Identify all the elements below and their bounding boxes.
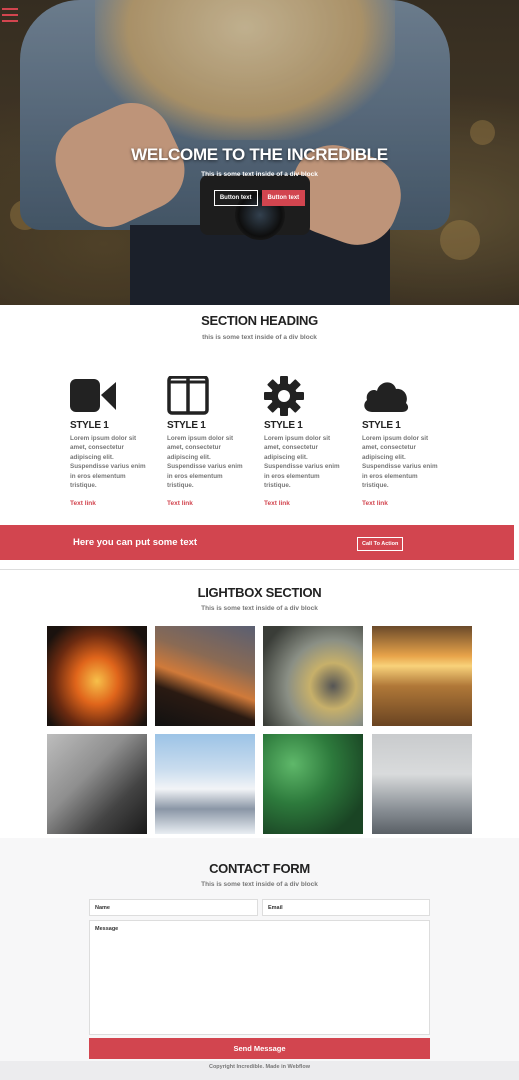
lightbox-heading: LIGHTBOX SECTION (197, 585, 322, 600)
sunset-silhouette-image[interactable] (155, 626, 255, 726)
hero-buttons: Button text Button text (0, 190, 519, 206)
feature-card: STYLE 1 Lorem ipsum dolor sit amet, cons… (264, 376, 346, 507)
hero-subtitle: This is some text inside of a div block (201, 171, 318, 178)
feature-link[interactable]: Text link (362, 500, 444, 507)
section-divider (0, 569, 519, 570)
section-heading: SECTION HEADING (201, 313, 318, 328)
piano-hands-image[interactable] (47, 734, 147, 834)
feature-text: Lorem ipsum dolor sit amet, consectetur … (264, 435, 340, 490)
feature-title: STYLE 1 (70, 420, 109, 431)
cta-button[interactable]: Call To Action (357, 537, 404, 551)
feature-link[interactable]: Text link (167, 500, 249, 507)
feature-card: STYLE 1 Lorem ipsum dolor sit amet, cons… (167, 376, 249, 507)
cta-text: Here you can put some text (73, 537, 198, 548)
hamburger-menu-icon[interactable] (2, 8, 18, 22)
columns-icon (167, 376, 209, 415)
gear-icon (264, 376, 304, 416)
feature-text: Lorem ipsum dolor sit amet, consectetur … (362, 435, 438, 490)
bicycle-wheel-image[interactable] (263, 626, 363, 726)
email-field[interactable]: Email (262, 899, 430, 916)
feature-title: STYLE 1 (167, 420, 206, 431)
hero-title: WELCOME TO THE INCREDIBLE (131, 145, 388, 164)
contact-heading: CONTACT FORM (209, 861, 310, 876)
campfire-image[interactable] (47, 626, 147, 726)
contact-subtitle: This is some text inside of a div block (201, 881, 318, 888)
section-subtitle: this is some text inside of a div block (202, 334, 317, 341)
feature-title: STYLE 1 (362, 420, 401, 431)
message-textarea[interactable]: Message (89, 920, 430, 1035)
hero-section: WELCOME TO THE INCREDIBLE This is some t… (0, 0, 519, 305)
send-message-button[interactable]: Send Message (89, 1038, 430, 1059)
footer: Copyright Incredible. Made in Webflow (0, 1061, 519, 1080)
feature-link[interactable]: Text link (264, 500, 346, 507)
hero-button-outline[interactable]: Button text (213, 190, 258, 206)
cta-banner: Here you can put some text Call To Actio… (0, 525, 514, 560)
cloud-icon (364, 382, 409, 412)
green-leaves-image[interactable] (263, 734, 363, 834)
feature-card: STYLE 1 Lorem ipsum dolor sit amet, cons… (362, 376, 444, 507)
hero-button-filled[interactable]: Button text (261, 190, 306, 206)
seagulls-image[interactable] (372, 734, 472, 834)
video-camera-icon (70, 379, 116, 412)
feature-link[interactable]: Text link (70, 500, 152, 507)
lightbox-subtitle: This is some text inside of a div block (201, 605, 318, 612)
name-field[interactable]: Name (89, 899, 258, 916)
desert-car-image[interactable] (372, 626, 472, 726)
feature-title: STYLE 1 (264, 420, 303, 431)
feature-text: Lorem ipsum dolor sit amet, consectetur … (167, 435, 243, 490)
snowy-mountain-image[interactable] (155, 734, 255, 834)
feature-text: Lorem ipsum dolor sit amet, consectetur … (70, 435, 146, 490)
feature-card: STYLE 1 Lorem ipsum dolor sit amet, cons… (70, 376, 152, 507)
